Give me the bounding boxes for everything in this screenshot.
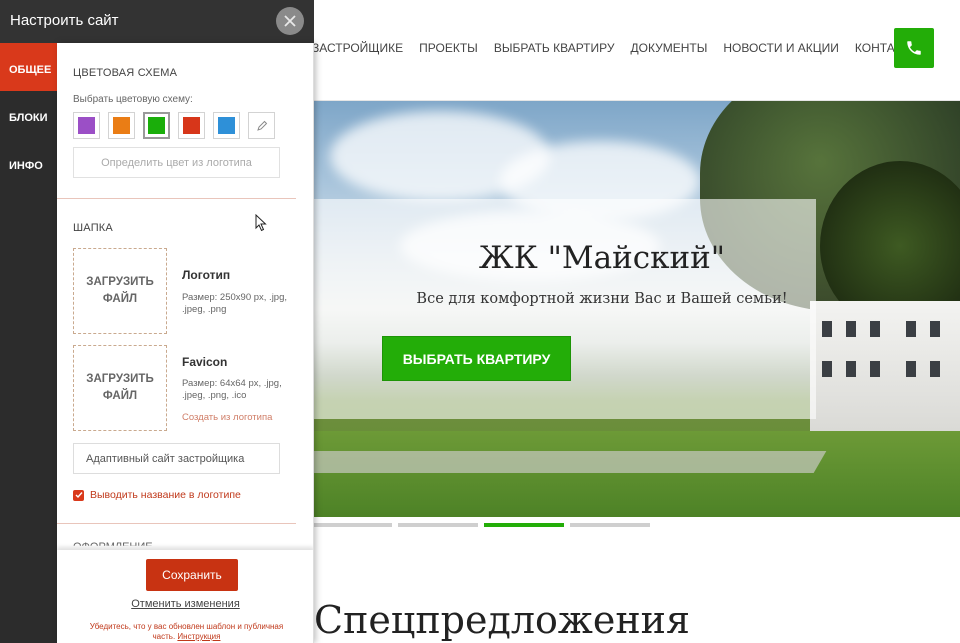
show-name-in-logo-label: Выводить название в логотипе [90,489,241,501]
header-section-heading: ШАПКА [73,222,113,234]
hero-overlay [296,199,816,419]
settings-panel-tabs: ОБЩЕЕ БЛОКИ ИНФО [0,43,57,643]
slider-pagination [312,523,650,527]
hero-path [293,451,827,473]
phone-icon [907,41,921,55]
nav-link-news[interactable]: НОВОСТИ И АКЦИИ [723,41,839,55]
logo-hint: Размер: 250x90 px, .jpg, .jpeg, .png [182,292,288,315]
favicon-upload-button[interactable]: ЗАГРУЗИТЬ ФАЙЛ [73,345,167,431]
settings-panel-title: Настроить сайт [10,12,119,29]
close-icon [284,15,296,27]
close-button[interactable] [276,7,304,35]
create-from-logo-link[interactable]: Создать из логотипа [182,412,272,423]
slider-dot[interactable] [312,523,392,527]
slider-dot-active[interactable] [484,523,564,527]
swatch-purple[interactable] [73,112,100,139]
section-divider [57,198,296,199]
swatch-orange[interactable] [108,112,135,139]
special-offers-heading: Спецпредложения [314,598,690,642]
tab-blocks[interactable]: БЛОКИ [0,91,57,139]
nav-link-documents[interactable]: ДОКУМЕНТЫ [631,41,708,55]
update-note: Убедитесь, что у вас обновлен шаблон и п… [79,622,294,642]
hero-subtitle: Все для комфортной жизни Вас и Вашей сем… [416,291,788,307]
checkbox-checked[interactable] [73,489,84,501]
swatch-blue[interactable] [213,112,240,139]
slider-dot[interactable] [570,523,650,527]
section-divider [57,523,296,524]
site-nav-links: ЗАСТРОЙЩИКЕ ПРОЕКТЫ ВЫБРАТЬ КВАРТИРУ ДОК… [312,41,920,55]
slider-dot[interactable] [398,523,478,527]
custom-color-button[interactable] [248,112,275,139]
color-scheme-label: Выбрать цветовую схему: [73,94,193,105]
choose-apartment-button[interactable]: ВЫБРАТЬ КВАРТИРУ [382,336,571,381]
color-scheme-heading: ЦВЕТОВАЯ СХЕМА [73,67,178,79]
pencil-icon [256,120,267,131]
settings-panel-header: Настроить сайт [0,0,314,43]
hero-title: ЖК "Майский" [478,240,726,276]
favicon-hint: Размер: 64x64 px, .jpg, .jpeg, .png, .ic… [182,378,282,401]
hero-building [810,301,960,441]
favicon-title: Favicon [182,355,228,369]
nav-link-projects[interactable]: ПРОЕКТЫ [419,41,478,55]
cancel-changes-link[interactable]: Отменить изменения [57,598,313,610]
checkmark-icon [75,492,83,499]
nav-link-developer[interactable]: ЗАСТРОЙЩИКЕ [312,41,403,55]
settings-panel-footer: Сохранить Отменить изменения Убедитесь, … [57,550,313,643]
nav-link-choose-apartment[interactable]: ВЫБРАТЬ КВАРТИРУ [494,41,615,55]
mouse-cursor-icon [255,214,267,232]
logo-upload-button[interactable]: ЗАГРУЗИТЬ ФАЙЛ [73,248,167,334]
show-name-in-logo-checkbox[interactable]: Выводить название в логотипе [73,489,241,501]
site-name-input[interactable]: Адаптивный сайт застройщика [73,443,280,474]
save-button[interactable]: Сохранить [146,559,238,591]
instruction-link[interactable]: Инструкция [177,632,220,641]
swatch-green-selected[interactable] [143,112,170,139]
logo-title: Логотип [182,268,231,282]
swatch-red[interactable] [178,112,205,139]
detect-color-from-logo-button[interactable]: Определить цвет из логотипа [73,147,280,178]
tab-info[interactable]: ИНФО [0,139,57,187]
tab-general[interactable]: ОБЩЕЕ [0,43,57,91]
color-swatches [73,112,275,139]
settings-panel-body: ЦВЕТОВАЯ СХЕМА Выбрать цветовую схему: О… [57,43,314,643]
phone-button[interactable] [894,28,934,68]
